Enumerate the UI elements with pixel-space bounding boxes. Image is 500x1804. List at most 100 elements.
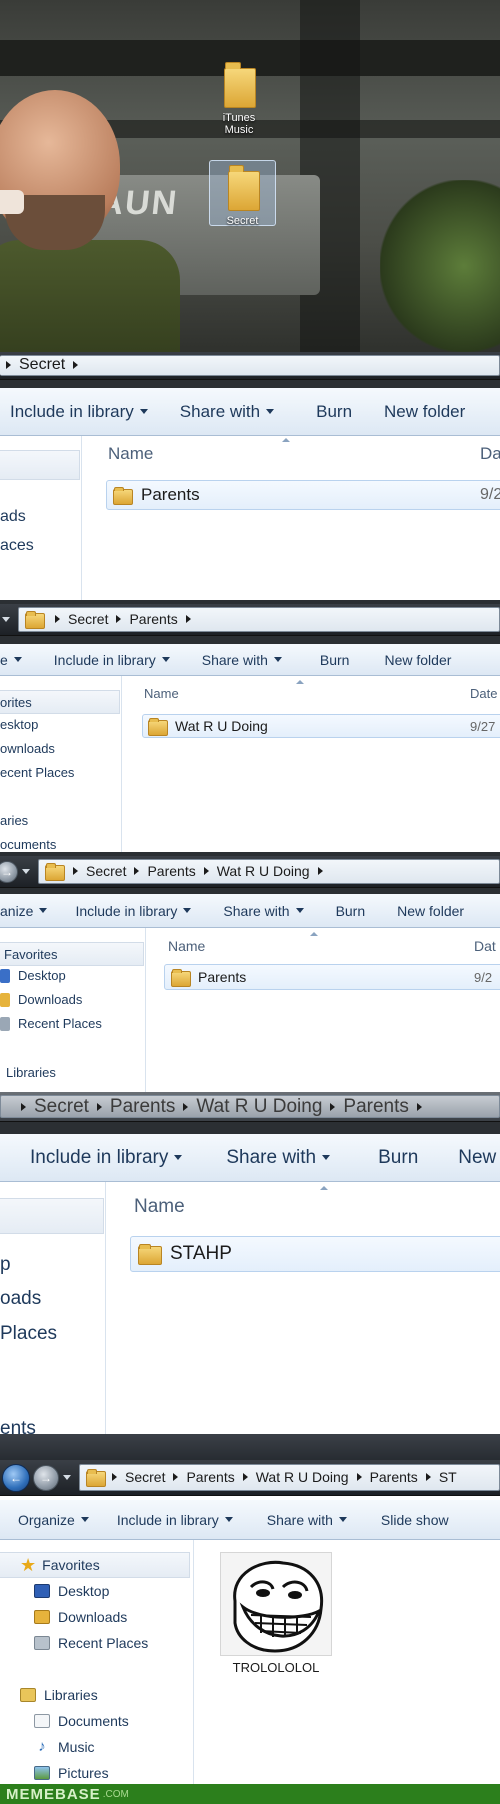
chevron-down-icon [224, 1517, 233, 1522]
sort-ascending-icon [282, 438, 290, 442]
breadcrumb-item[interactable]: Secret [6, 356, 86, 374]
breadcrumb-item[interactable]: Parents [126, 863, 196, 879]
breadcrumb-item[interactable]: Parents [322, 1096, 429, 1118]
file-row[interactable]: Parents [164, 964, 500, 990]
nav-item-downloads[interactable]: Downloads [0, 992, 82, 1007]
include-in-library-button[interactable]: Include in library [30, 1147, 183, 1169]
breadcrumb-item[interactable]: ST [418, 1469, 457, 1485]
breadcrumb[interactable]: Secret [0, 354, 500, 377]
breadcrumb-item[interactable]: Wat R U Doing [235, 1469, 349, 1485]
column-header-name[interactable]: Name [108, 444, 153, 464]
slide-show-button[interactable]: Slide show [381, 1512, 449, 1528]
nav-header[interactable] [0, 1198, 104, 1234]
nav-item-libraries[interactable]: Libraries [0, 1684, 98, 1706]
nav-item-recent-places[interactable]: Places [0, 1323, 57, 1345]
chevron-down-icon [183, 908, 192, 913]
share-with-button[interactable]: Share with [223, 903, 304, 919]
breadcrumb[interactable]: Secret Parents Wat R U Doing [38, 859, 500, 884]
burn-button[interactable]: Burn [336, 903, 366, 919]
share-with-button[interactable]: Share with [180, 402, 275, 422]
burn-button[interactable]: Burn [378, 1147, 418, 1169]
share-with-button[interactable]: Share with [226, 1147, 331, 1169]
nav-item-desktop[interactable]: esktop [0, 717, 38, 732]
file-row[interactable]: Parents [106, 480, 500, 510]
new-folder-button[interactable]: New [458, 1147, 496, 1169]
column-header-date[interactable]: Da [480, 444, 500, 464]
breadcrumb-item[interactable]: Wat R U Doing [175, 1096, 322, 1118]
breadcrumb-item[interactable]: Secret [104, 1469, 165, 1485]
back-button[interactable]: ← [2, 1463, 30, 1492]
share-with-button[interactable]: Share with [267, 1512, 347, 1528]
nav-item-downloads[interactable]: ownloads [0, 741, 55, 756]
file-list: Name Date Wat R U Doing 9/27 [122, 676, 500, 852]
nav-item-documents[interactable]: ocuments [0, 837, 56, 852]
file-date: 9/2 [480, 486, 500, 503]
burn-button[interactable]: Burn [316, 402, 352, 422]
organize-button[interactable]: Organize [18, 1512, 89, 1528]
file-row[interactable]: Wat R U Doing [142, 714, 500, 738]
file-thumbnail[interactable] [220, 1552, 332, 1656]
organize-button[interactable]: anize [0, 903, 48, 919]
nav-item-documents[interactable]: Documents [0, 1710, 129, 1732]
chevron-down-icon[interactable] [2, 617, 10, 622]
breadcrumb[interactable]: Secret Parents Wat R U Doing Parents ST [79, 1463, 500, 1492]
breadcrumb-item[interactable]: Parents [108, 611, 198, 627]
forward-button[interactable]: → [33, 1464, 59, 1491]
include-in-library-button[interactable]: Include in library [117, 1512, 233, 1528]
breadcrumb-item[interactable]: Parents [89, 1096, 175, 1118]
desktop-icon-secret[interactable]: Secret [209, 160, 276, 227]
nav-item-recent-places[interactable]: ecent Places [0, 765, 74, 780]
nav-item-downloads[interactable]: ads [0, 508, 26, 526]
column-header-name[interactable]: Name [168, 938, 205, 954]
nav-item-music[interactable]: ♪ Music [0, 1736, 94, 1758]
breadcrumb[interactable]: Secret Parents Wat R U Doing Parents [0, 1095, 500, 1118]
column-header-name[interactable]: Name [144, 686, 179, 701]
chevron-down-icon[interactable] [63, 1475, 71, 1480]
breadcrumb-item[interactable]: Wat R U Doing [196, 863, 331, 879]
nav-item-recent-places[interactable]: Recent Places [0, 1016, 102, 1031]
address-bar: ← → Secret Parents Wat R U Doing Parents… [0, 1460, 500, 1496]
new-folder-button[interactable]: New folder [397, 903, 464, 919]
breadcrumb-item[interactable]: Secret [47, 611, 108, 627]
breadcrumb-item[interactable]: Parents [349, 1469, 418, 1485]
nav-item-libraries[interactable]: Libraries [0, 1065, 56, 1080]
nav-item-desktop[interactable]: p [0, 1254, 11, 1276]
desktop-icon-label: Secret [226, 215, 259, 227]
column-header-date[interactable]: Date [470, 686, 497, 701]
include-in-library-button[interactable]: Include in library [10, 402, 148, 422]
breadcrumb-item[interactable]: Secret [65, 863, 126, 879]
nav-item-desktop[interactable]: Desktop [0, 1580, 109, 1602]
include-in-library-button[interactable]: Include in library [75, 903, 192, 919]
desktop-icon-itunes-music[interactable]: iTunes Music [207, 62, 271, 136]
chevron-down-icon[interactable] [22, 869, 30, 874]
nav-item-favorites[interactable]: Favorites [0, 942, 144, 966]
new-folder-button[interactable]: New folder [384, 652, 451, 668]
nav-item-documents[interactable]: ents [0, 1418, 36, 1434]
share-with-button[interactable]: Share with [202, 652, 282, 668]
nav-item-favorites[interactable]: orites [0, 690, 120, 714]
breadcrumb-item[interactable]: Parents [165, 1469, 235, 1485]
column-header-name[interactable]: Name [134, 1196, 185, 1218]
column-header-date[interactable]: Dat [474, 938, 496, 954]
nav-item-libraries[interactable]: aries [0, 813, 28, 828]
forward-button[interactable]: → [0, 860, 18, 883]
organize-button[interactable]: e [0, 652, 22, 668]
nav-item-recent-places[interactable]: aces [0, 537, 34, 555]
chevron-right-icon [317, 867, 323, 876]
breadcrumb-item[interactable]: Secret [7, 1096, 89, 1118]
chevron-right-icon [185, 615, 191, 624]
nav-item-recent-places[interactable]: Recent Places [0, 1632, 148, 1654]
new-folder-button[interactable]: New folder [384, 402, 465, 422]
breadcrumb[interactable]: Secret Parents [18, 607, 500, 632]
nav-header[interactable] [0, 450, 80, 480]
include-in-library-button[interactable]: Include in library [54, 652, 170, 668]
burn-button[interactable]: Burn [320, 652, 350, 668]
nav-item-desktop[interactable]: Desktop [0, 968, 66, 983]
nav-item-favorites[interactable]: ★ Favorites [0, 1552, 190, 1578]
chevron-down-icon [13, 657, 22, 662]
site-domain: .COM [102, 1788, 129, 1800]
nav-item-pictures[interactable]: Pictures [0, 1762, 109, 1784]
file-row[interactable]: STAHP [130, 1236, 500, 1272]
nav-item-downloads[interactable]: Downloads [0, 1606, 127, 1628]
nav-item-downloads[interactable]: oads [0, 1288, 41, 1310]
